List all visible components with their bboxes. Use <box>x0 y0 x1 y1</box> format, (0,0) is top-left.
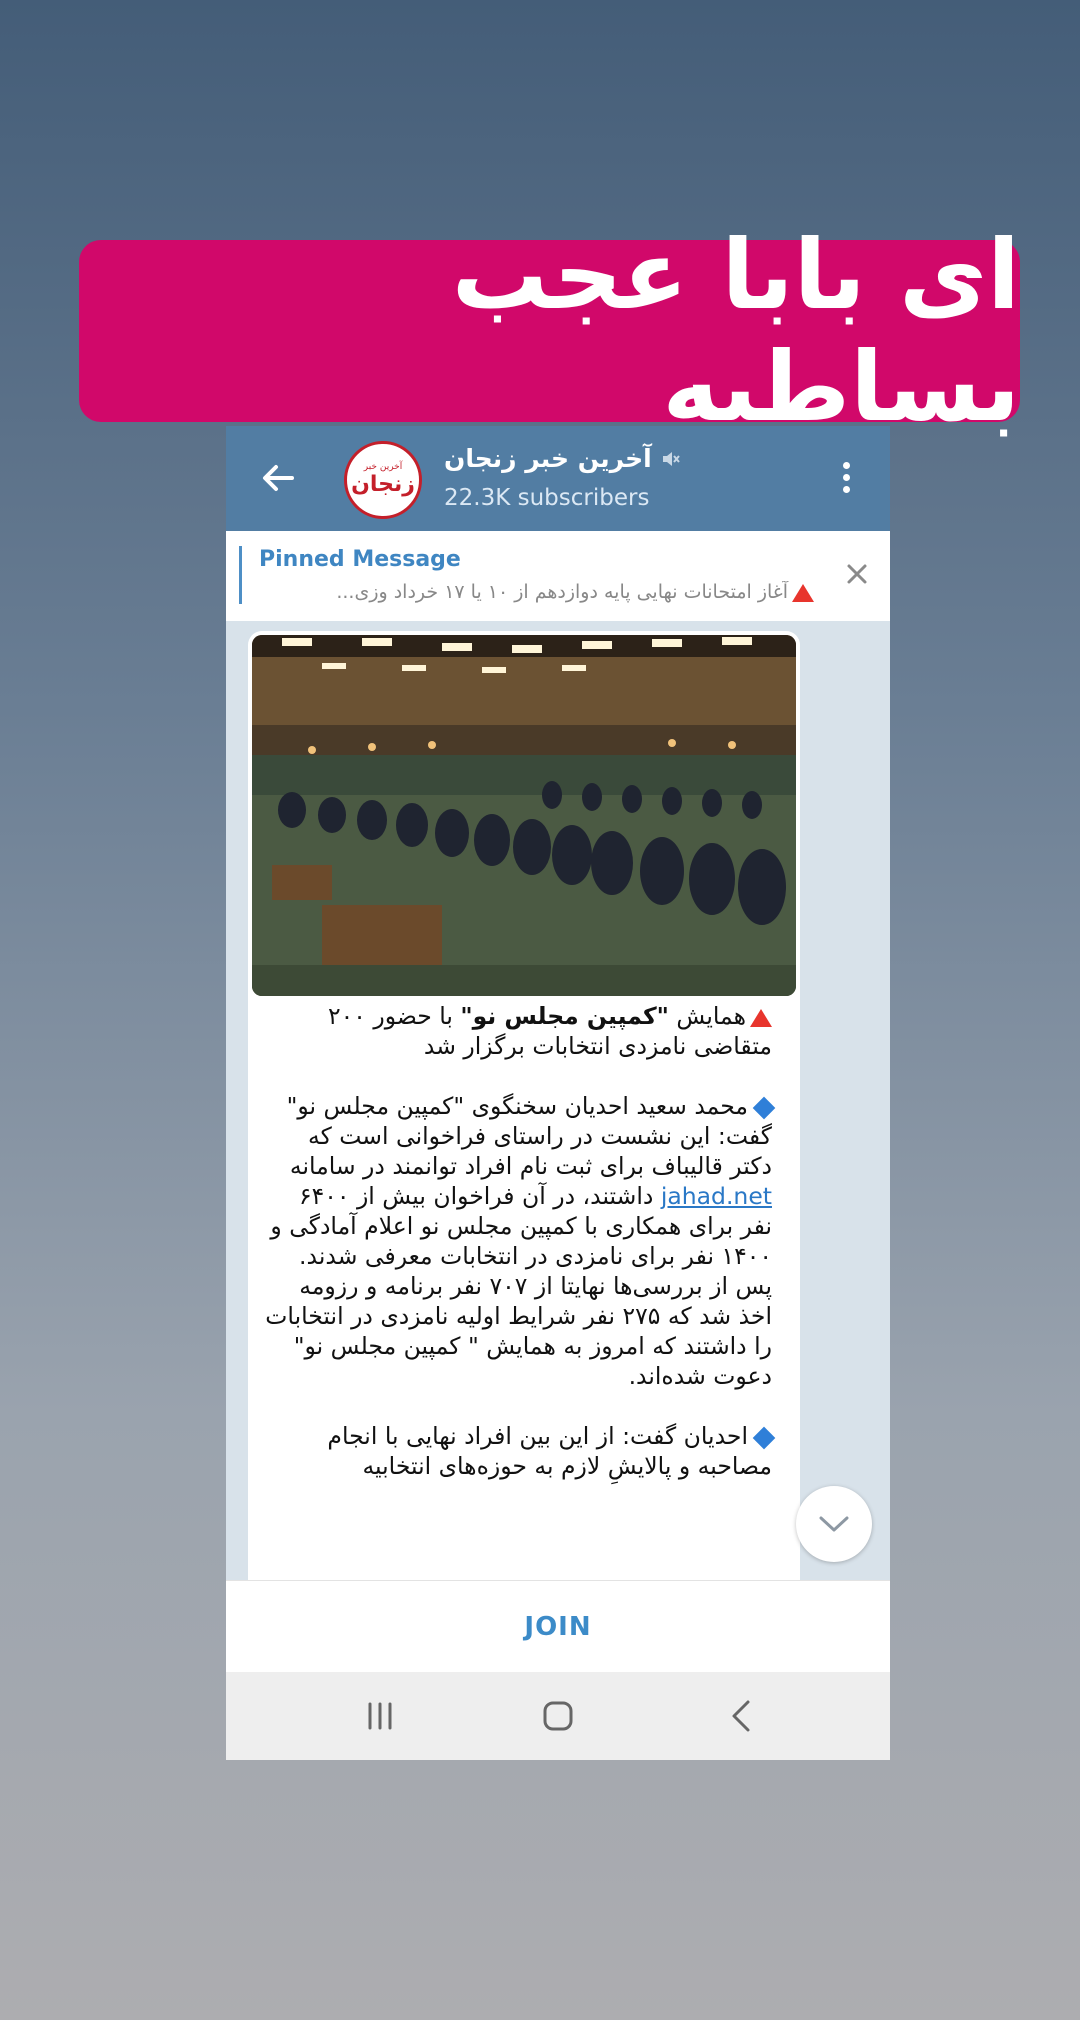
avatar-small-text: آخرین خبر <box>363 462 403 472</box>
channel-avatar[interactable]: آخرین خبر زنجان <box>344 441 422 519</box>
arrow-left-icon[interactable] <box>256 456 300 500</box>
subscriber-count: 22.3K subscribers <box>444 485 650 511</box>
chat-area[interactable]: همایش "کمپین مجلس نو" با حضور ۲۰۰ متقاضی… <box>226 621 890 1581</box>
mute-icon <box>662 451 680 466</box>
channel-header: آخرین خبر زنجان آخرین خبر زنجان 22.3K su… <box>226 426 890 531</box>
recents-icon[interactable] <box>360 1696 400 1736</box>
chevron-down-icon <box>819 1516 849 1532</box>
pinned-text: آغاز امتحانات نهایی پایه دوازدهم از ۱۰ ی… <box>259 581 814 603</box>
join-label: JOIN <box>524 1612 592 1642</box>
pinned-message[interactable]: Pinned Message آغاز امتحانات نهایی پایه … <box>226 531 890 622</box>
more-vertical-icon[interactable] <box>838 462 854 498</box>
pinned-title: Pinned Message <box>259 547 461 572</box>
join-button[interactable]: JOIN <box>226 1580 890 1673</box>
android-nav-bar <box>226 1672 890 1760</box>
message-headline: همایش "کمپین مجلس نو" با حضور ۲۰۰ متقاضی… <box>328 1002 772 1060</box>
close-icon[interactable] <box>842 559 872 589</box>
blue-diamond-icon <box>752 1426 776 1449</box>
channel-name: آخرین خبر زنجان <box>444 444 652 473</box>
telegram-screen: آخرین خبر زنجان آخرین خبر زنجان 22.3K su… <box>226 426 890 1760</box>
scroll-down-button[interactable] <box>796 1486 872 1562</box>
message-paragraph-1: محمد سعید احدیان سخنگوی "کمپین مجلس نو" … <box>262 1091 776 1391</box>
message-paragraph-2: احدیان گفت: از این بین افراد نهایی با ان… <box>262 1421 776 1481</box>
pinned-indicator <box>239 546 242 604</box>
red-triangle-icon <box>792 583 814 602</box>
channel-title[interactable]: آخرین خبر زنجان <box>444 444 694 473</box>
blue-diamond-icon <box>752 1096 776 1119</box>
message-text: همایش "کمپین مجلس نو" با حضور ۲۰۰ متقاضی… <box>262 1001 776 1511</box>
jahad-link[interactable]: jahad.net <box>661 1182 772 1210</box>
home-icon[interactable] <box>538 1696 578 1736</box>
banner-text: ای بابا عجب بساطیه <box>451 219 1020 443</box>
overlay-banner: ای بابا عجب بساطیه <box>79 219 1020 443</box>
message-photo[interactable] <box>252 635 796 996</box>
red-triangle-icon <box>750 1008 772 1027</box>
avatar-main-text: زنجان <box>351 472 415 497</box>
message-bubble[interactable]: همایش "کمپین مجلس نو" با حضور ۲۰۰ متقاضی… <box>248 631 800 1581</box>
nav-back-icon[interactable] <box>722 1696 762 1736</box>
